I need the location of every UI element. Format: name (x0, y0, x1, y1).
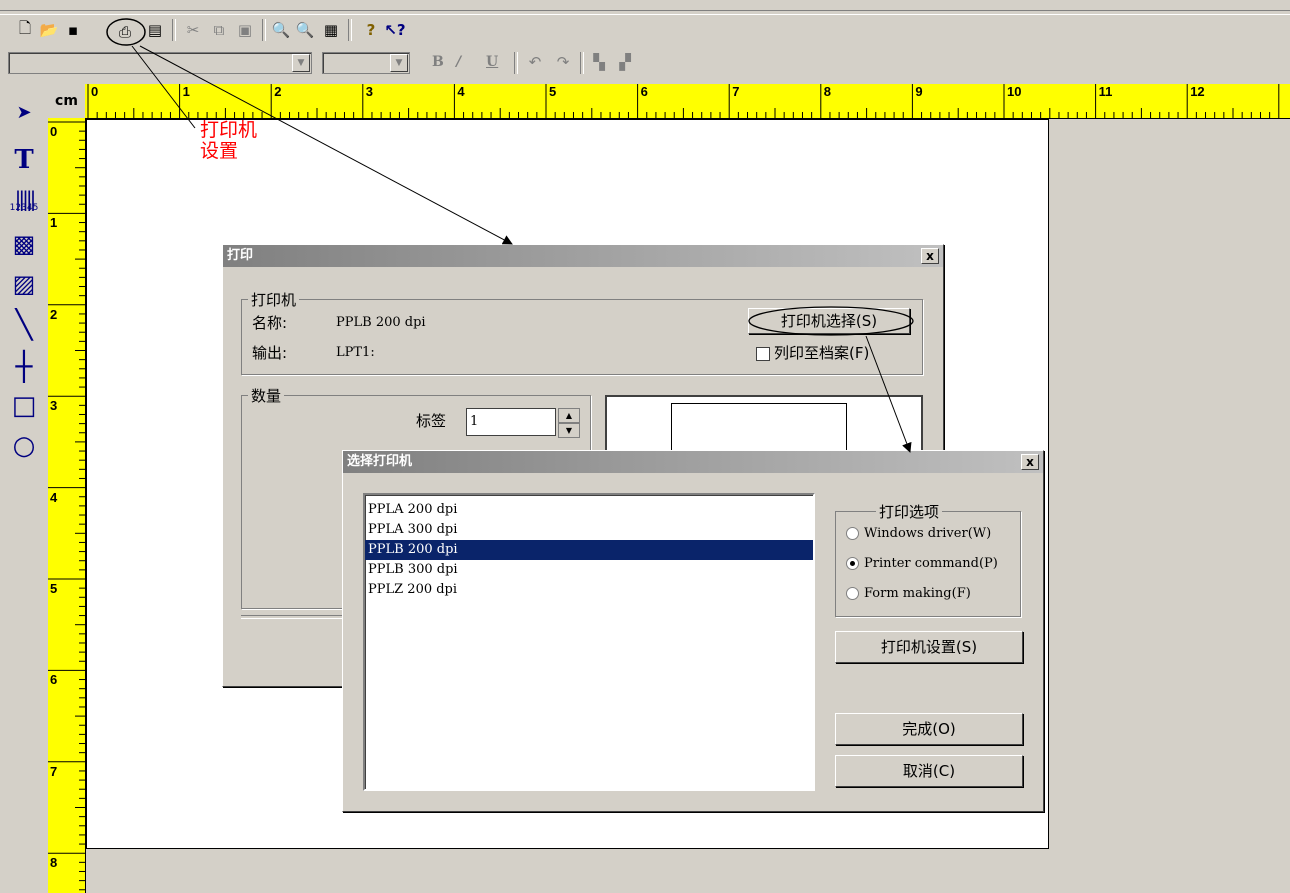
annotation-arrows (131, 45, 912, 453)
